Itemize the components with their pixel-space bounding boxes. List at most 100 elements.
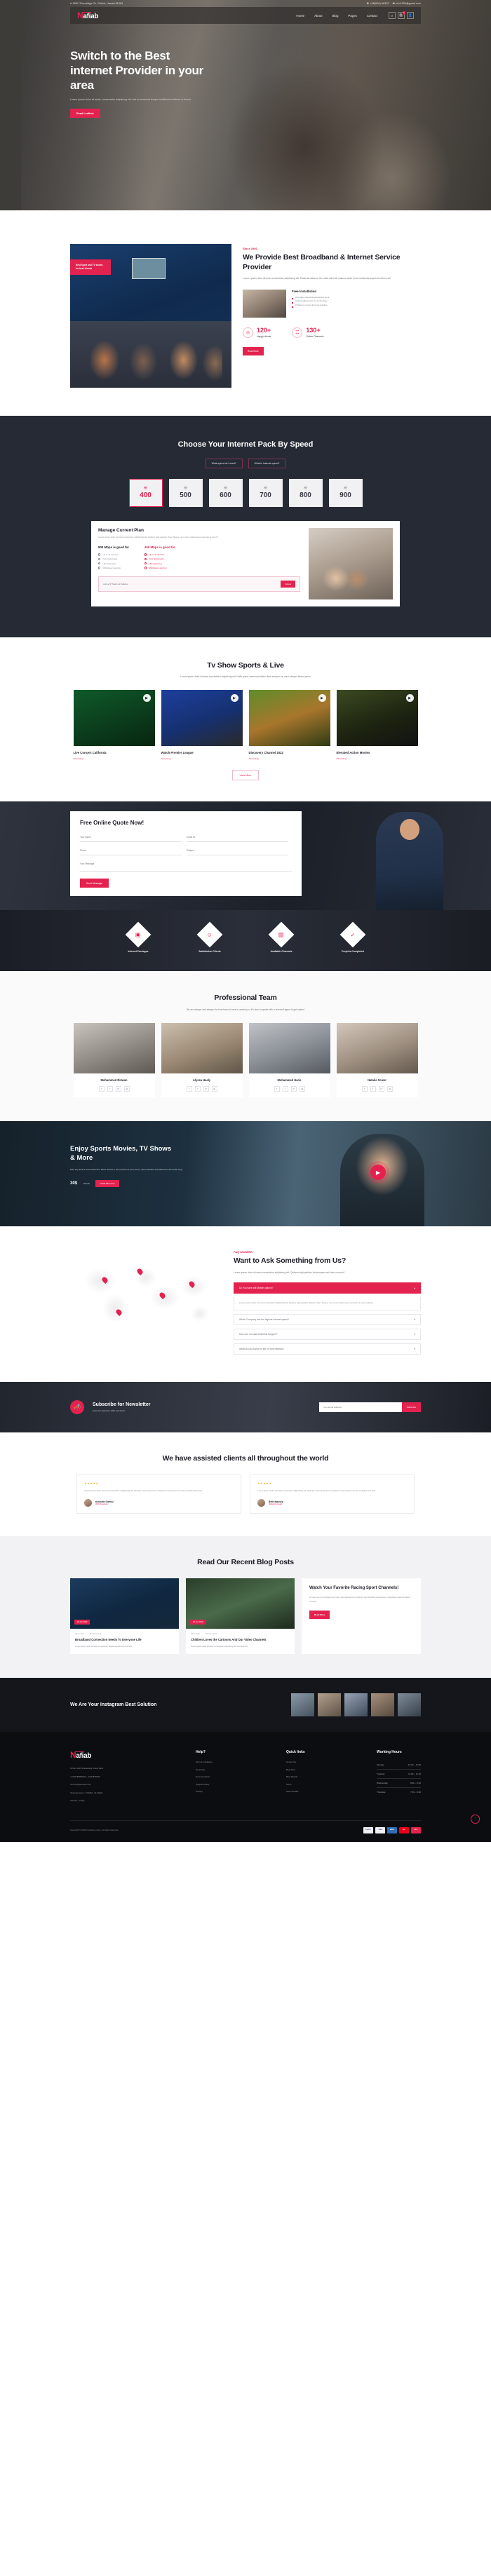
topbar-phone[interactable]: +98(000)-96302	[370, 2, 389, 5]
view-more-button[interactable]: View More	[231, 770, 260, 781]
footer-link-team[interactable]: Team	[286, 1783, 360, 1786]
faq-question[interactable]: What do you expect to set on wire networ…	[234, 1343, 421, 1355]
speed-card-600[interactable]: ≋ 600	[208, 478, 243, 507]
play-icon[interactable]: ▶	[370, 1165, 386, 1181]
hero-cta-button[interactable]: Read Leaflets	[70, 109, 100, 118]
quote-subject-input[interactable]	[187, 847, 288, 856]
newsletter-email-input[interactable]	[318, 1402, 402, 1412]
nav-item-about[interactable]: About	[314, 14, 322, 18]
about-read-more-button[interactable]: Read More	[243, 346, 264, 355]
plan-follow-button[interactable]: Follow	[281, 581, 295, 588]
blog-card[interactable]: 26 Jan 2023 Alexa Jane 02 Comments Child…	[186, 1578, 295, 1655]
footer-link-support-policy[interactable]: Support Policy	[196, 1783, 269, 1786]
instagram-icon[interactable]: ig	[123, 1086, 130, 1092]
search-icon[interactable]: ⌕	[389, 12, 396, 19]
faq-question[interactable]: How can I contact technical Support? ▾	[234, 1328, 421, 1340]
tv-card-link[interactable]: Streaming →	[161, 757, 243, 760]
twitter-icon[interactable]: t	[107, 1086, 113, 1092]
quote-email-input[interactable]	[187, 834, 288, 843]
play-icon[interactable]: ▶	[142, 694, 151, 703]
tv-card[interactable]: ▶ Watch Premier League Streaming →	[161, 690, 243, 760]
brand-logo[interactable]: Nafiab	[77, 11, 99, 20]
map-pin-icon	[137, 1268, 142, 1275]
nav-item-contact[interactable]: Contact	[367, 14, 377, 18]
facebook-icon[interactable]: f	[274, 1086, 280, 1092]
speed-card-400[interactable]: ≋ 400	[128, 478, 163, 507]
instagram-icon[interactable]: ig	[211, 1086, 217, 1092]
twitter-icon[interactable]: t	[194, 1086, 201, 1092]
about-feature-box: Free Installation How does industrial pr…	[243, 289, 421, 318]
footer-link-documentation[interactable]: Documentation	[196, 1775, 269, 1778]
facebook-icon[interactable]: f	[361, 1086, 368, 1092]
about-eyebrow: Since 1992.	[243, 247, 258, 250]
footer-link-privacy[interactable]: Privacy	[196, 1790, 269, 1793]
wifi-icon: ≋	[143, 486, 148, 492]
cart-icon[interactable]: 🛍 0	[398, 11, 405, 19]
tv-card-link[interactable]: Streaming →	[337, 757, 418, 760]
nav-item-pages[interactable]: Pages	[348, 14, 356, 18]
nav-item-blog[interactable]: Blog	[332, 14, 339, 18]
quote-name-input[interactable]	[80, 834, 182, 843]
team-title: Professional Team	[214, 994, 277, 1003]
nav-item-home[interactable]: Home	[296, 14, 304, 18]
tv-card[interactable]: ▶ Elevated Action Movies Streaming →	[336, 690, 418, 760]
video-banner-price-row: 30$ / Month Install With Free	[70, 1179, 175, 1187]
scroll-to-top-button[interactable]: ↑	[471, 1814, 480, 1824]
wifi-icon: ≋	[183, 486, 188, 492]
tab-what-is-speed[interactable]: What is Internet speed?	[248, 458, 286, 468]
blog-thumbnail: 26 Jan 2023	[186, 1578, 295, 1629]
linkedin-icon[interactable]: in	[203, 1086, 209, 1092]
tv-card[interactable]: ▶ Discovery Channel 2022 Streaming →	[248, 690, 330, 760]
instagram-thumb[interactable]	[344, 1693, 368, 1717]
faq-question[interactable]: Do You have wifi Mobile options? ▴	[234, 1282, 421, 1294]
linkedin-icon[interactable]: in	[115, 1086, 121, 1092]
twitter-icon[interactable]: t	[370, 1086, 376, 1092]
blog-card[interactable]: 26 Jan 2023 Alexa Jane 02 Comments Broad…	[70, 1578, 179, 1655]
instagram-thumb[interactable]	[291, 1693, 314, 1717]
quote-submit-button[interactable]: Send Message	[80, 879, 109, 888]
blog-read-more-button[interactable]: Read More	[309, 1610, 330, 1619]
footer-link-blog-details[interactable]: Blog Details	[286, 1775, 360, 1778]
instagram-thumb[interactable]	[371, 1693, 394, 1717]
footer-link-terms[interactable]: Term & conditions	[196, 1761, 269, 1763]
instagram-thumb[interactable]	[398, 1693, 421, 1717]
facebook-icon[interactable]: f	[186, 1086, 192, 1092]
facebook-icon[interactable]: f	[98, 1086, 105, 1092]
instagram-thumb[interactable]	[318, 1693, 341, 1717]
team-member-photo	[336, 1023, 418, 1074]
footer-link-reporting[interactable]: Reporting	[196, 1768, 269, 1771]
user-icon[interactable]: 👤	[407, 12, 414, 19]
footer-logo[interactable]: Nafiab	[70, 1750, 179, 1760]
newsletter-subscribe-button[interactable]: Subscribe	[401, 1402, 421, 1412]
twitter-icon[interactable]: t	[282, 1086, 288, 1092]
speed-card-500[interactable]: ≋ 500	[168, 478, 203, 507]
footer-link-home-two[interactable]: Home Two	[286, 1761, 360, 1763]
footer-link-blog-post[interactable]: Blog Post	[286, 1768, 360, 1771]
instagram-icon[interactable]: ig	[299, 1086, 305, 1092]
tv-card-link[interactable]: Streaming →	[249, 757, 330, 760]
footer-link-team-details[interactable]: Team Details	[286, 1790, 360, 1793]
speed-card-700[interactable]: ≋ 700	[248, 478, 283, 507]
play-icon[interactable]: ▶	[230, 694, 238, 703]
play-icon[interactable]: ▶	[318, 694, 326, 703]
quote-message-input[interactable]	[80, 860, 292, 872]
linkedin-icon[interactable]: in	[290, 1086, 297, 1092]
tv-card[interactable]: ▶ Live Concert California Streaming →	[73, 690, 155, 760]
quote-phone-input[interactable]	[80, 847, 182, 856]
about-stats: ◎ 120+ Happy clients ☷ 130+ Online Chann…	[243, 327, 421, 338]
instagram-icon[interactable]: ig	[386, 1086, 393, 1092]
blog-sidebar-text: At vero eos et accusamus et iusto odio d…	[309, 1596, 410, 1604]
speed-card-800[interactable]: ≋ 800	[288, 478, 323, 507]
about-title: We Provide Best Broadband & Internet Ser…	[243, 253, 401, 271]
smile-icon: ☺	[196, 922, 223, 948]
blog-section: Read Our Recent Blog Posts 26 Jan 2023 A…	[0, 1536, 491, 1679]
speed-card-900[interactable]: ≋ 900	[328, 478, 363, 507]
tv-card-link[interactable]: Streaming →	[74, 757, 155, 760]
faq-question[interactable]: Which Company has the highest internet s…	[234, 1313, 421, 1325]
play-icon[interactable]: ▶	[405, 694, 414, 703]
linkedin-icon[interactable]: in	[378, 1086, 384, 1092]
check-icon	[144, 567, 147, 569]
topbar-email[interactable]: info1250@gmail.com	[396, 2, 421, 5]
hero-heading: Switch to the Best internet Provider in …	[70, 49, 203, 93]
tab-what-speed[interactable]: What speed do I need?	[205, 458, 243, 468]
